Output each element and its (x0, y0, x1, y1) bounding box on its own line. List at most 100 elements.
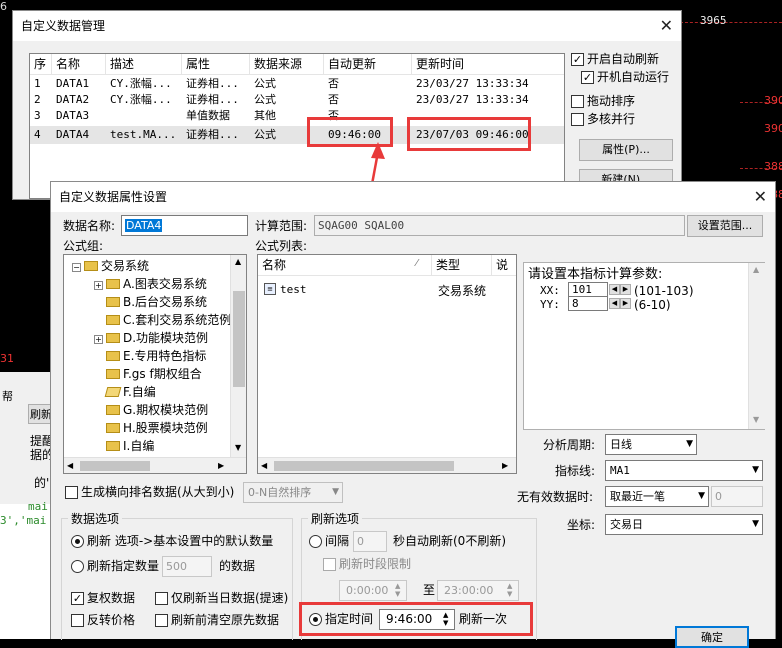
time-to-spin-icon[interactable]: ▲ ▼ (507, 582, 512, 598)
formula-column-name[interactable]: 名称 (258, 255, 432, 275)
folder-icon (106, 441, 120, 451)
coord-label: 坐标: (567, 518, 596, 532)
scroll-down-icon[interactable]: ▼ (753, 415, 759, 424)
arrow-head-upper (371, 142, 385, 159)
tree-item-label: F.gs f期权组合 (123, 367, 202, 381)
param-vertical-scrollbar[interactable]: ▲ ▼ (748, 263, 765, 429)
formula-column-desc[interactable]: 说明 (492, 255, 516, 275)
scroll-thumb[interactable] (233, 291, 245, 387)
scroll-right-icon[interactable]: ▶ (502, 461, 508, 470)
tree-item-label: C.套利交易系统范例 (123, 313, 232, 327)
refresh-basic-radio[interactable] (71, 535, 84, 548)
scroll-left-icon[interactable]: ◀ (261, 461, 267, 470)
tree-item-custom-i[interactable]: I.自编 (106, 437, 154, 455)
calc-range-field: SQAG00 SQAL00 (314, 215, 685, 236)
tree-item-arbitrage[interactable]: C.套利交易系统范例 (106, 311, 231, 329)
time-from-spin-icon[interactable]: ▲ ▼ (395, 582, 400, 598)
formula-icon: ≡ (264, 283, 276, 295)
tree-item-options-combo[interactable]: F.gs f期权组合 (106, 365, 202, 383)
expand-icon[interactable]: + (94, 335, 103, 344)
ok-button[interactable]: 确定 (675, 626, 749, 648)
period-select[interactable]: 日线 ▼ (605, 434, 697, 455)
sort-icon: ⁄ (416, 258, 418, 269)
indicator-select[interactable]: MA1 ▼ (605, 460, 763, 481)
interval-input[interactable]: 0 (353, 531, 387, 552)
data-properties-dialog: 自定义数据属性设置 ✕ 数据名称: DATA4 计算范围: SQAG00 SQA… (50, 181, 776, 648)
only-today-label: 仅刷新当日数据(提速) (171, 591, 289, 605)
tree-item-special-indicators[interactable]: E.专用特色指标 (106, 347, 206, 365)
scroll-up-icon[interactable]: ▲ (753, 265, 759, 274)
tree-item-label: D.功能模块范例 (123, 331, 209, 345)
fixed-time-radio[interactable] (309, 613, 322, 626)
reverse-price-label: 反转价格 (87, 613, 136, 627)
list-item[interactable]: ≡ test 交易系统 (258, 281, 502, 299)
interval-suffix: 秒自动刷新(0不刷新) (393, 534, 506, 548)
invalid-data-select[interactable]: 取最近一笔 ▼ (605, 486, 709, 507)
folder-icon (106, 369, 120, 379)
param-input-yy[interactable]: 8 (568, 296, 608, 311)
restore-data-label: 复权数据 (87, 591, 136, 605)
refresh-count-label: 刷新指定数量 (87, 559, 160, 573)
param-input-xx[interactable]: 101 (568, 282, 608, 297)
formula-header-divider (258, 275, 516, 276)
properties-titlebar: 自定义数据属性设置 ✕ (51, 182, 775, 212)
restore-data-checkbox[interactable]: ✓ (71, 592, 84, 605)
chevron-down-icon: ▼ (332, 487, 339, 497)
period-label: 分析周期: (543, 438, 596, 452)
scroll-up-icon[interactable]: ▲ (235, 257, 241, 266)
fixed-time-spin-icon[interactable]: ▲ ▼ (443, 611, 448, 627)
formula-group-tree[interactable]: − 交易系统 + A.图表交易系统 B.后台交易系统 C.套利交易系统范例 + D.功… (63, 254, 247, 474)
formula-type: 交易系统 (438, 284, 487, 298)
tree-item-options-modules[interactable]: G.期权模块范例 (106, 401, 208, 419)
chevron-down-icon: ▼ (752, 465, 759, 475)
spin-right-icon[interactable]: ▶ (620, 284, 631, 295)
tree-item-function-modules[interactable]: + D.功能模块范例 (94, 329, 208, 347)
tree-horizontal-scrollbar[interactable]: ◀ ▶ (64, 457, 246, 473)
tree-item-stock-modules[interactable]: H.股票模块范例 (106, 419, 208, 437)
formula-list-label: 公式列表: (255, 239, 308, 253)
only-today-checkbox[interactable] (155, 592, 168, 605)
folder-icon (106, 405, 120, 415)
spin-left-icon[interactable]: ◀ (609, 284, 620, 295)
set-range-button[interactable]: 设置范围... (687, 215, 763, 237)
tree-item-label: 交易系统 (101, 259, 150, 273)
scroll-right-icon[interactable]: ▶ (218, 461, 224, 470)
scroll-thumb[interactable] (80, 461, 150, 471)
scroll-thumb[interactable] (274, 461, 454, 471)
reverse-price-checkbox[interactable] (71, 614, 84, 627)
interval-radio[interactable] (309, 535, 322, 548)
tree-item-backend-trading[interactable]: B.后台交易系统 (106, 293, 207, 311)
tree-item-label: I.自编 (123, 439, 155, 453)
tree-item-chart-trading[interactable]: + A.图表交易系统 (94, 275, 207, 293)
period-limit-checkbox[interactable] (323, 558, 336, 571)
tree-vertical-scrollbar[interactable]: ▲ ▼ (230, 255, 246, 458)
refresh-count-radio[interactable] (71, 560, 84, 573)
data-name-input[interactable]: DATA4 (121, 215, 248, 236)
refresh-options-title: 刷新选项 (308, 510, 363, 527)
tree-item-label: B.后台交易系统 (123, 295, 208, 309)
tree-item-trading-system[interactable]: − 交易系统 (72, 257, 149, 275)
indicator-value: MA1 (610, 464, 630, 477)
collapse-icon[interactable]: − (72, 263, 81, 272)
horizontal-rank-checkbox[interactable] (65, 486, 78, 499)
time-to-label: 至 (423, 583, 436, 597)
spin-right-icon[interactable]: ▶ (620, 298, 631, 309)
formula-horizontal-scrollbar[interactable]: ◀ ▶ (258, 457, 516, 473)
clear-before-checkbox[interactable] (155, 614, 168, 627)
close-icon[interactable]: ✕ (754, 182, 767, 212)
rank-select[interactable]: 0-N自然排序 ▼ (243, 482, 343, 503)
tree-item-custom-f[interactable]: F.自编 (104, 383, 156, 401)
spin-left-icon[interactable]: ◀ (609, 298, 620, 309)
scroll-left-icon[interactable]: ◀ (67, 461, 73, 470)
scroll-down-icon[interactable]: ▼ (235, 443, 241, 452)
data-name-value: DATA4 (125, 219, 163, 232)
expand-icon[interactable]: + (94, 281, 103, 290)
invalid-data-number[interactable]: 0 (711, 486, 763, 507)
chevron-down-icon: ▼ (752, 519, 759, 529)
coord-select[interactable]: 交易日 ▼ (605, 514, 763, 535)
data-name-label: 数据名称: (63, 219, 116, 233)
refresh-count-input[interactable]: 500 (162, 556, 212, 577)
formula-column-type[interactable]: 类型 (432, 255, 492, 275)
refresh-basic-label: 刷新 选项->基本设置中的默认数量 (87, 534, 274, 548)
folder-edit-icon (104, 387, 122, 397)
